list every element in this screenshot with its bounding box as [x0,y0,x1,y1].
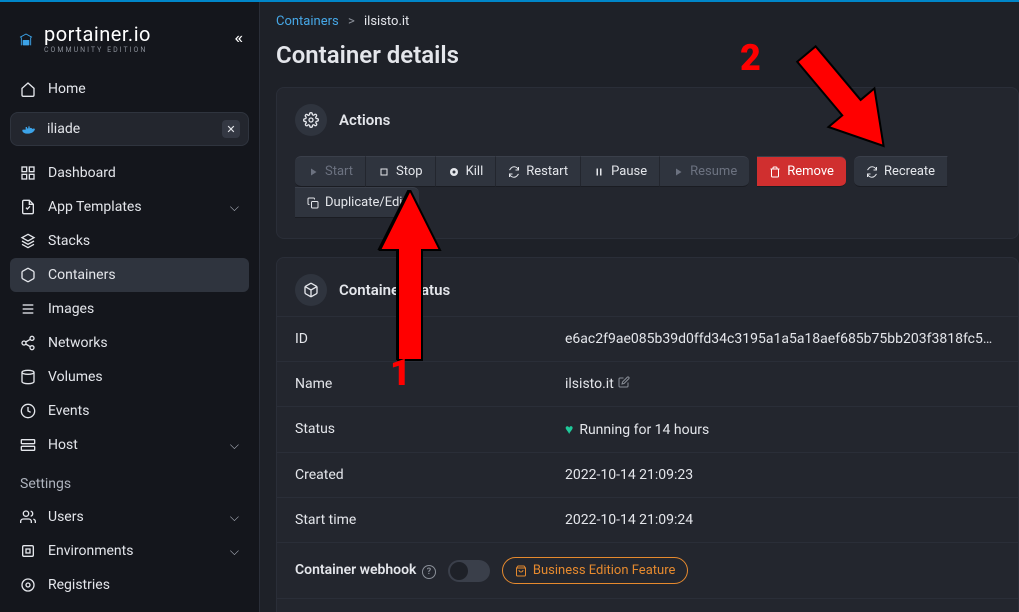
nav-events[interactable]: Events [10,394,249,428]
edit-icon[interactable] [618,376,630,392]
templates-icon [20,199,36,215]
breadcrumb-sep: > [348,14,355,29]
events-icon [20,403,36,419]
nav-containers[interactable]: Containers [10,258,249,292]
box-icon [295,274,327,306]
env-name: iliade [47,121,80,137]
nav-stacks[interactable]: Stacks [10,224,249,258]
row-key-id: ID [295,331,565,347]
help-icon[interactable]: ? [422,565,436,579]
row-val-created: 2022-10-14 21:09:23 [565,467,1000,483]
environments-icon [20,543,36,559]
close-icon[interactable]: ✕ [222,120,240,138]
chevron-down-icon: ⌵ [230,200,239,215]
breadcrumb-root[interactable]: Containers [276,14,339,29]
chevron-down-icon: ⌵ [230,510,239,525]
nav-label: Users [48,509,84,525]
resume-button[interactable]: Resume [660,156,749,187]
nav-label: Home [48,81,86,97]
row-key-status: Status [295,421,565,438]
pause-button[interactable]: Pause [581,156,660,187]
nav-volumes[interactable]: Volumes [10,360,249,394]
webhook-toggle[interactable] [448,560,490,582]
host-icon [20,437,36,453]
nav-label: Dashboard [48,165,116,181]
nav-label: Stacks [48,233,90,249]
business-edition-badge[interactable]: Business Edition Feature [502,557,688,584]
breadcrumb-leaf: ilsisto.it [364,14,409,29]
recreate-button[interactable]: Recreate [854,156,948,187]
restart-button[interactable]: Restart [496,156,581,187]
images-icon [20,301,36,317]
duplicate-edit-button[interactable]: Duplicate/Edit [295,187,419,218]
row-val-start: 2022-10-14 21:09:24 [565,512,1000,528]
status-title: Container status [339,281,450,299]
actions-card: Actions Start Stop Kill Restart Pause Re… [276,87,1019,239]
nav-label: Environments [48,543,133,559]
sidebar: portainer.io COMMUNITY EDITION « Home il… [0,2,260,612]
heart-icon: ♥ [565,422,573,438]
registries-icon [20,577,36,593]
row-key-created: Created [295,467,565,483]
nav-environments[interactable]: Environments ⌵ [10,534,249,568]
row-val-status: Running for 14 hours [579,422,709,438]
row-val-id: e6ac2f9ae085b39d0ffd34c3195a1a5a18aef685… [565,331,1000,347]
status-card: Container status IDe6ac2f9ae085b39d0ffd3… [276,257,1019,612]
networks-icon [20,335,36,351]
nav-app-templates[interactable]: App Templates ⌵ [10,190,249,224]
brand: portainer.io COMMUNITY EDITION « [10,8,249,72]
page-title: Container details [276,41,1019,69]
nav-home[interactable]: Home [10,72,249,106]
row-key-name: Name [295,376,565,392]
nav-label: Volumes [48,369,103,385]
start-button[interactable]: Start [295,156,366,187]
environment-selector[interactable]: iliade ✕ [10,112,249,146]
nav-users[interactable]: Users ⌵ [10,500,249,534]
portainer-logo-icon [18,32,34,48]
nav-networks[interactable]: Networks [10,326,249,360]
nav-label: Host [48,437,78,453]
gear-icon [295,104,327,136]
nav-dashboard[interactable]: Dashboard [10,156,249,190]
dashboard-icon [20,165,36,181]
row-val-name: ilsisto.it [565,376,614,392]
settings-header[interactable]: Settings [10,462,249,500]
whale-icon [21,121,37,137]
kill-button[interactable]: Kill [436,156,497,187]
breadcrumb: Containers > ilsisto.it [276,12,1019,39]
chevron-down-icon: ⌵ [230,544,239,559]
brand-name: portainer.io [44,24,151,44]
nav-images[interactable]: Images [10,292,249,326]
nav-label: Events [48,403,89,419]
nav-host[interactable]: Host ⌵ [10,428,249,462]
remove-button[interactable]: Remove [757,156,846,187]
home-icon [20,81,36,97]
users-icon [20,509,36,525]
nav-label: Images [48,301,94,317]
row-key-start: Start time [295,512,565,528]
volumes-icon [20,369,36,385]
stacks-icon [20,233,36,249]
nav-label: Containers [48,267,116,283]
containers-icon [20,267,36,283]
chevron-down-icon: ⌵ [230,438,239,453]
collapse-sidebar-button[interactable]: « [235,28,244,47]
nav-label: Registries [48,577,110,593]
webhook-label: Container webhook ? [295,562,436,579]
brand-sub: COMMUNITY EDITION [44,46,151,54]
actions-title: Actions [339,111,390,129]
stop-button[interactable]: Stop [366,156,436,187]
main-content: Containers > ilsisto.it Container detail… [260,2,1019,612]
nav-registries[interactable]: Registries [10,568,249,602]
nav-label: App Templates [48,199,142,215]
nav-label: Networks [48,335,108,351]
